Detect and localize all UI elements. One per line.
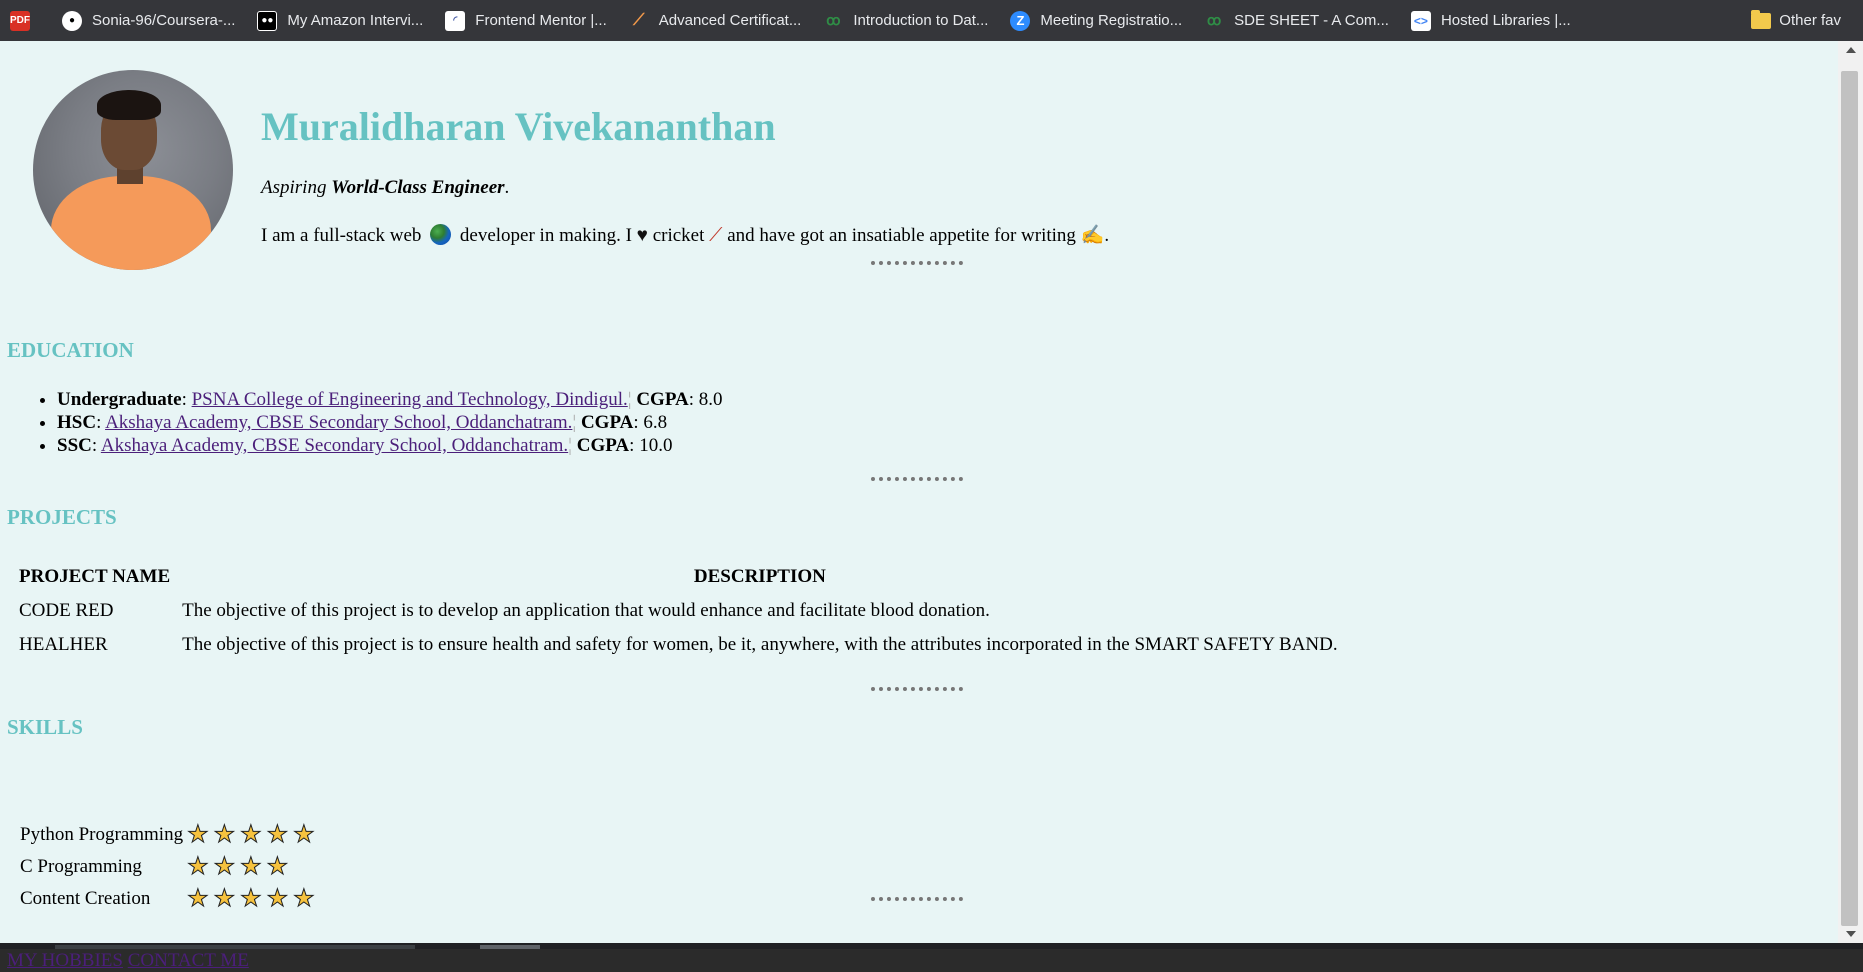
bookmark-certificate[interactable]: ⟋ Advanced Certificat...	[629, 11, 802, 31]
gfg-icon: ꝏ	[826, 12, 841, 28]
star-icon: ★	[266, 852, 289, 880]
bookmark-label: SDE SHEET - A Com...	[1234, 12, 1389, 29]
heart-emoji-icon: ♥	[636, 225, 648, 246]
list-item: SSC: Akshaya Academy, CBSE Secondary Sch…	[57, 434, 723, 457]
star-icon: ★	[293, 820, 315, 848]
project-desc-cell: The objective of this project is to ensu…	[182, 634, 1338, 655]
star-icon: ★	[240, 852, 262, 880]
pdf-icon: PDF	[10, 10, 30, 31]
bookmark-hosted-libraries[interactable]: <> Hosted Libraries |...	[1410, 10, 1571, 31]
star-icon: ★	[240, 884, 262, 912]
hobbies-link[interactable]: MY HOBBIES	[7, 950, 123, 971]
skill-name: C Programming	[20, 856, 142, 877]
gfg-icon: ꝏ	[1207, 12, 1222, 28]
bookmark-label: Frontend Mentor |...	[475, 12, 607, 29]
skill-row: Python Programming ★ ★ ★ ★ ★	[20, 819, 324, 851]
medium-icon: ●●	[257, 10, 278, 31]
column-header-description: DESCRIPTION	[693, 566, 826, 587]
writing-hand-emoji-icon: ✍	[1080, 225, 1105, 246]
scroll-up-arrow-icon[interactable]	[1846, 47, 1856, 53]
profile-photo	[33, 70, 233, 270]
bookmark-frontend-mentor[interactable]: ◜ Frontend Mentor |...	[445, 10, 607, 31]
skill-name: Python Programming	[20, 824, 184, 845]
profile-bio: I am a full-stack web developer in makin…	[261, 224, 1110, 246]
table-row: CODE RED The objective of this project i…	[19, 594, 1338, 628]
page-content: Muralidharan Vivekananthan Aspiring Worl…	[0, 41, 1838, 971]
section-divider	[871, 687, 963, 691]
table-row: HEALHER The objective of this project is…	[19, 628, 1338, 662]
contact-link[interactable]: CONTACT ME	[128, 950, 249, 971]
star-icon: ★	[240, 820, 262, 848]
skill-row: C Programming ★ ★ ★ ★	[20, 851, 324, 883]
skill-rating: ★ ★ ★ ★ ★	[187, 819, 324, 851]
profile-name: Muralidharan Vivekananthan	[261, 104, 776, 149]
frontend-mentor-icon: ◜	[445, 10, 466, 31]
skills-heading: SKILLS	[7, 715, 83, 739]
skill-name: Content Creation	[20, 888, 151, 909]
bookmark-pdf[interactable]: PDF	[10, 10, 40, 31]
bookmark-medium[interactable]: ●● My Amazon Intervi...	[257, 10, 424, 31]
star-icon: ★	[213, 852, 236, 880]
project-name-cell: HEALHER	[19, 634, 108, 655]
skills-table: Python Programming ★ ★ ★ ★ ★ C Programming ★…	[20, 819, 324, 915]
bookmark-label: My Amazon Intervi...	[287, 12, 424, 29]
school-link[interactable]: Akshaya Academy, CBSE Secondary School, …	[105, 412, 572, 433]
skill-row: Content Creation ★ ★ ★ ★ ★	[20, 883, 324, 915]
cricket-bat-emoji-icon: ⟋	[709, 225, 723, 246]
education-list: Undergraduate: PSNA College of Engineeri…	[7, 388, 723, 457]
skill-rating: ★ ★ ★ ★	[187, 851, 324, 883]
star-icon: ★	[213, 884, 236, 912]
bookmark-label: Advanced Certificat...	[658, 12, 802, 29]
certificate-icon: ⟋	[633, 11, 645, 29]
folder-icon	[1751, 9, 1772, 29]
projects-heading: PROJECTS	[7, 505, 117, 529]
profile-tagline: Aspiring World-Class Engineer.	[261, 177, 510, 198]
section-divider	[871, 261, 963, 265]
bookmark-gfg-intro[interactable]: ꝏ Introduction to Dat...	[823, 11, 988, 31]
bookmark-label: Sonia-96/Coursera-...	[92, 12, 236, 29]
star-icon: ★	[187, 820, 209, 848]
table-header-row: PROJECT NAME DESCRIPTION	[19, 556, 1338, 594]
bookmark-zoom[interactable]: Z Meeting Registratio...	[1010, 10, 1183, 31]
bookmark-label: Hosted Libraries |...	[1440, 12, 1571, 29]
globe-emoji-icon	[430, 224, 452, 245]
section-divider	[871, 897, 963, 901]
list-item: HSC: Akshaya Academy, CBSE Secondary Sch…	[57, 411, 723, 434]
star-icon: ★	[187, 884, 209, 912]
bookmark-label: Meeting Registratio...	[1040, 12, 1183, 29]
bookmark-label: Introduction to Dat...	[853, 12, 989, 29]
star-icon: ★	[213, 820, 236, 848]
bookmark-other-folder[interactable]: Other fav	[1751, 0, 1841, 41]
column-header-project-name: PROJECT NAME	[19, 566, 171, 587]
star-icon: ★	[187, 852, 209, 880]
bookmarks-bar: PDF ● Sonia-96/Coursera-... ●● My Amazon…	[0, 0, 1863, 41]
education-heading: EDUCATION	[7, 338, 134, 362]
section-divider	[871, 477, 963, 481]
footer-links: MY HOBBIES CONTACT ME	[7, 950, 249, 972]
vertical-scrollbar[interactable]	[1838, 41, 1863, 943]
bookmark-sde-sheet[interactable]: ꝏ SDE SHEET - A Com...	[1204, 11, 1389, 31]
bookmark-github[interactable]: ● Sonia-96/Coursera-...	[62, 10, 236, 31]
taskbar-strip	[0, 943, 1863, 949]
skill-rating: ★ ★ ★ ★ ★	[187, 883, 324, 915]
github-icon: ●	[62, 10, 82, 31]
bookmark-label: Other fav	[1779, 12, 1841, 29]
school-link[interactable]: PSNA College of Engineering and Technolo…	[192, 389, 628, 410]
project-name-cell: CODE RED	[19, 600, 114, 621]
project-desc-cell: The objective of this project is to deve…	[182, 600, 990, 621]
school-link[interactable]: Akshaya Academy, CBSE Secondary School, …	[101, 435, 568, 456]
list-item: Undergraduate: PSNA College of Engineeri…	[57, 388, 723, 411]
scroll-down-arrow-icon[interactable]	[1846, 931, 1856, 937]
projects-table: PROJECT NAME DESCRIPTION CODE RED The ob…	[7, 556, 1350, 662]
star-icon: ★	[266, 884, 289, 912]
zoom-icon: Z	[1010, 10, 1031, 31]
scrollbar-thumb[interactable]	[1841, 71, 1858, 926]
star-icon: ★	[266, 820, 289, 848]
star-icon: ★	[293, 884, 315, 912]
google-developers-icon: <>	[1410, 10, 1431, 31]
